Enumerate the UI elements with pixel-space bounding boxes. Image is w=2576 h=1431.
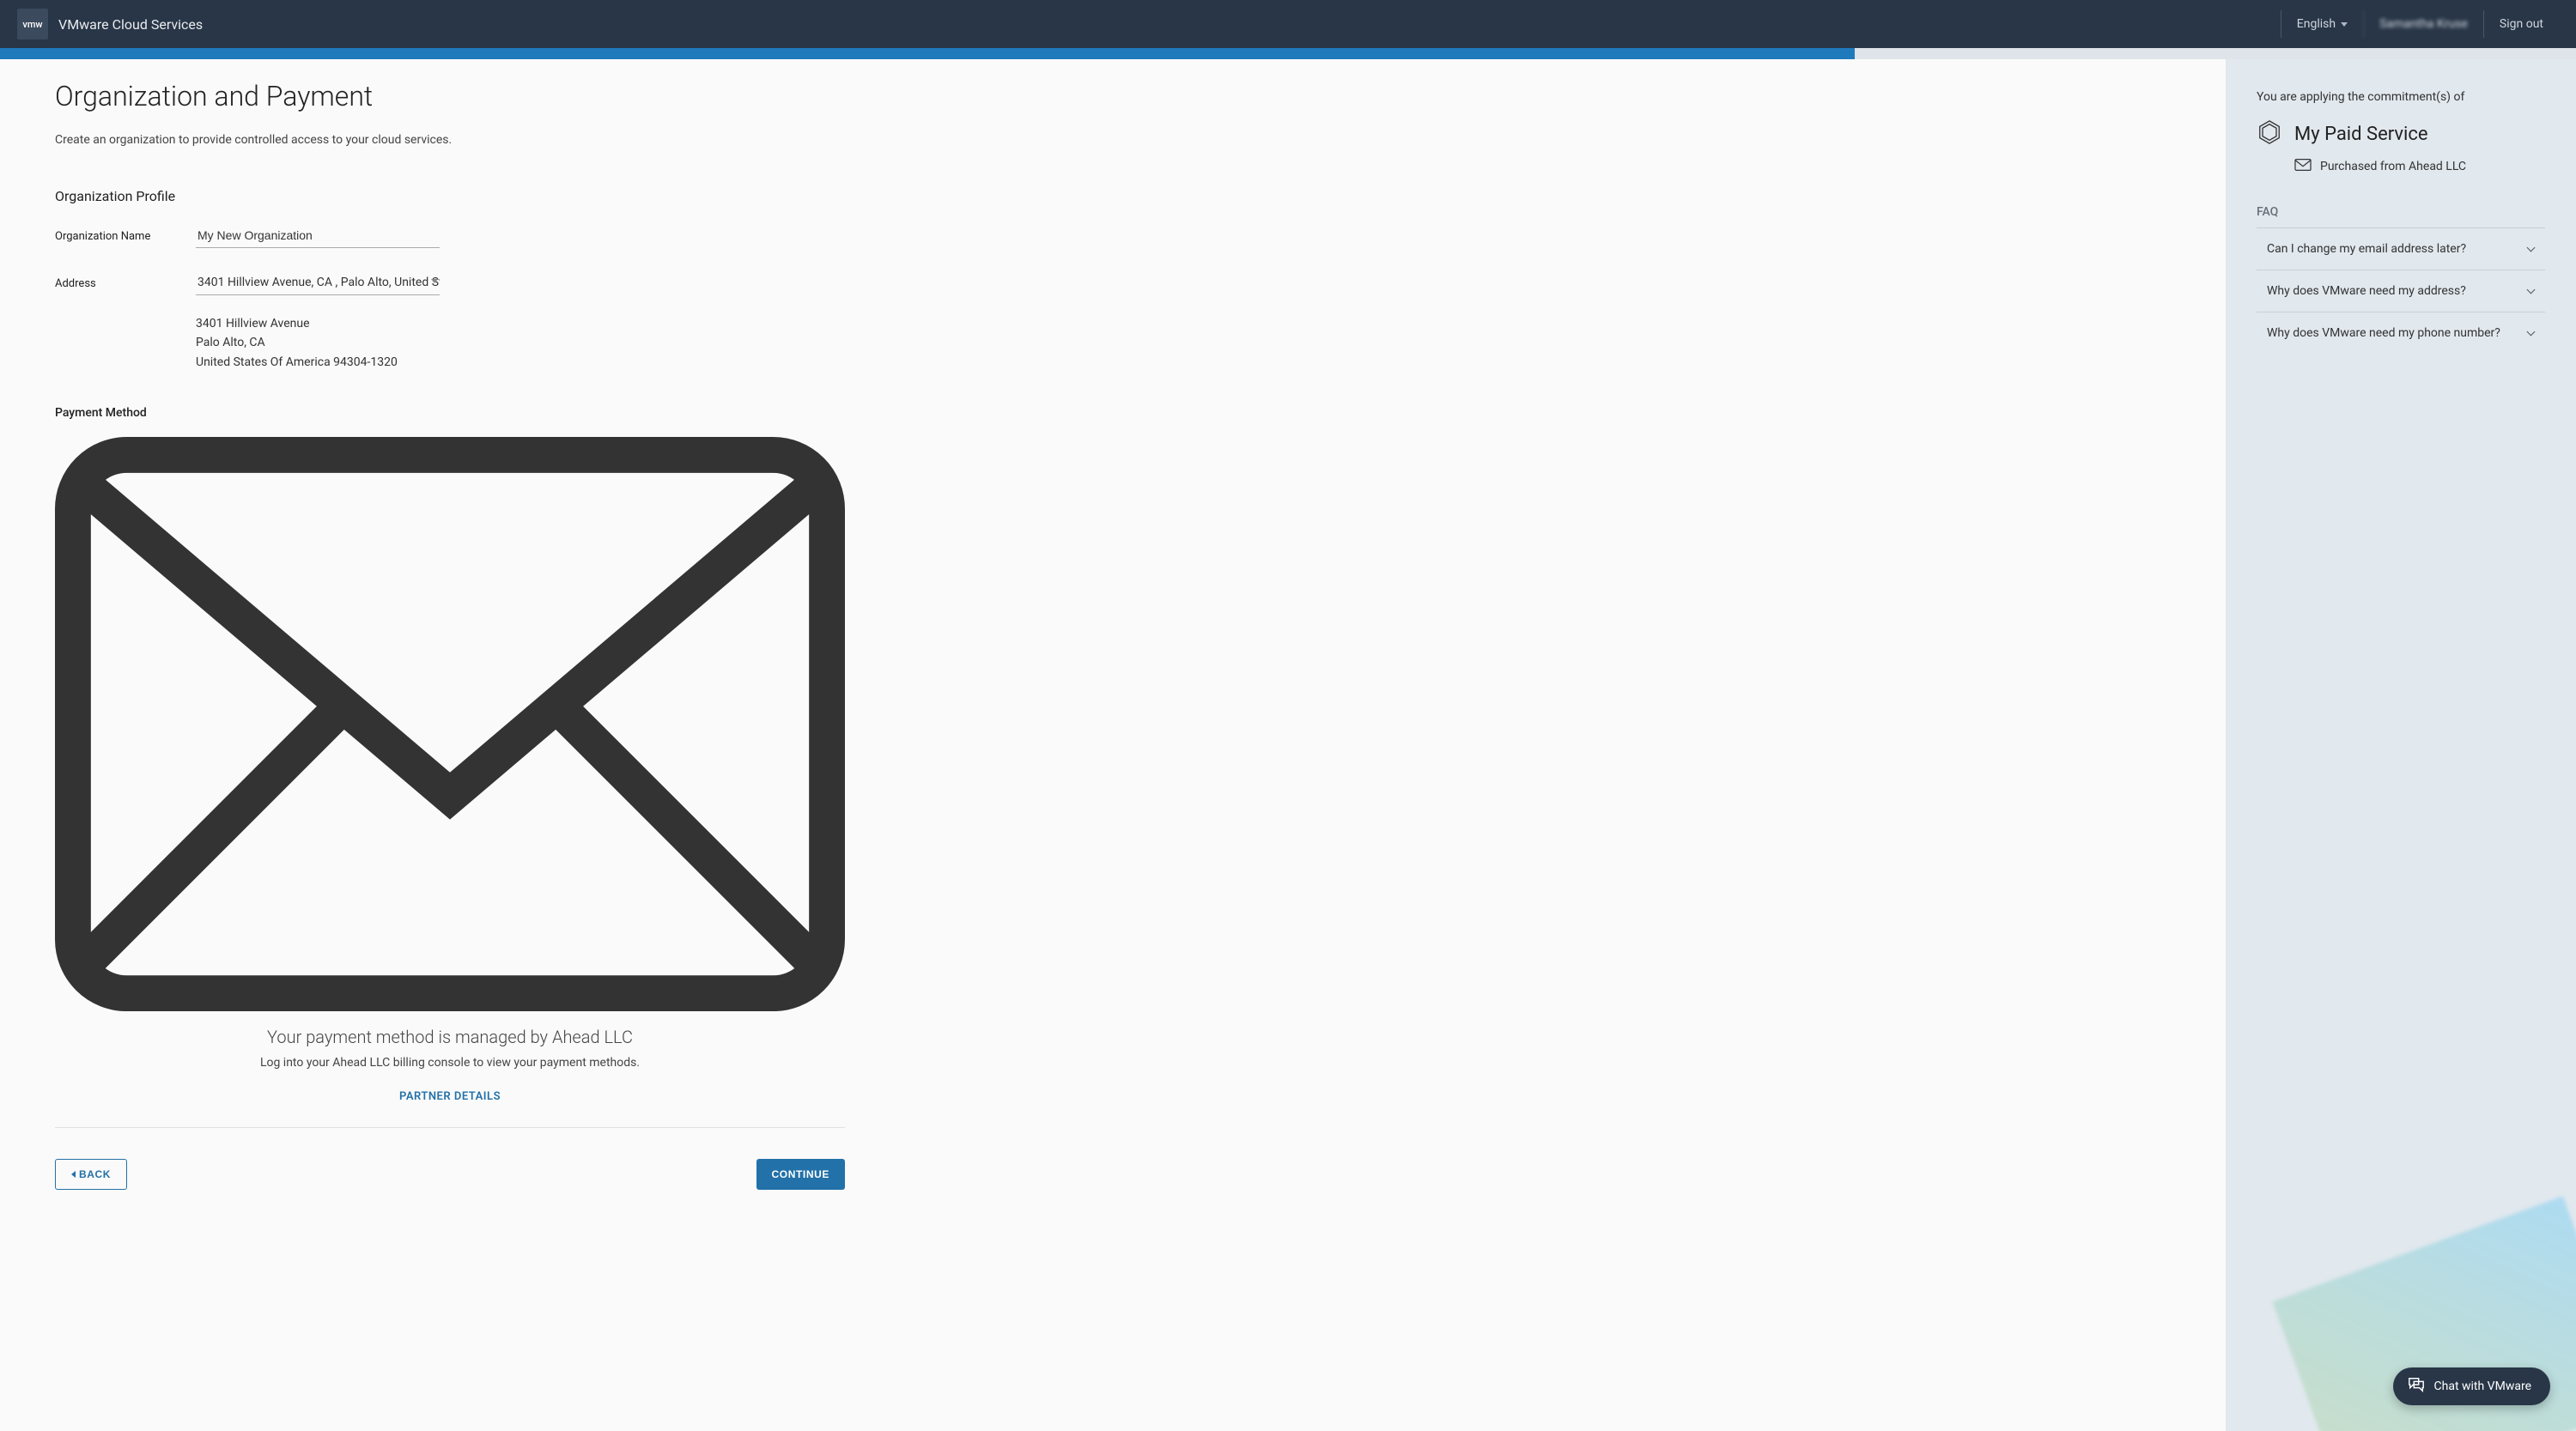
- address-select[interactable]: 3401 Hillview Avenue, CA , Palo Alto, Un…: [196, 272, 440, 295]
- top-bar: vmw VMware Cloud Services English Samant…: [0, 0, 2576, 48]
- user-name[interactable]: Samantha Kruse: [2363, 10, 2483, 38]
- sign-out-link[interactable]: Sign out: [2483, 10, 2559, 38]
- back-button[interactable]: BACK: [55, 1159, 127, 1190]
- main-content: Organization and Payment Create an organ…: [0, 59, 2226, 1431]
- chat-icon: [2407, 1376, 2426, 1397]
- chevron-down-icon: [2528, 329, 2537, 337]
- side-lead-text: You are applying the commitment(s) of: [2257, 90, 2545, 104]
- vmware-logo: vmw: [17, 9, 48, 39]
- faq-heading: FAQ: [2257, 205, 2545, 219]
- purchased-from: Purchased from Ahead LLC: [2257, 159, 2545, 174]
- continue-button[interactable]: CONTINUE: [756, 1159, 845, 1190]
- address-label: Address: [55, 272, 196, 290]
- service-icon: [2257, 119, 2282, 149]
- org-name-label: Organization Name: [55, 225, 196, 243]
- chevron-down-icon: [2528, 287, 2537, 295]
- page-subtitle: Create an organization to provide contro…: [55, 133, 2171, 147]
- page-title: Organization and Payment: [55, 80, 2171, 112]
- payment-subtext: Log into your Ahead LLC billing console …: [55, 1056, 845, 1070]
- chevron-down-icon: [431, 279, 438, 283]
- org-name-input[interactable]: [196, 225, 440, 248]
- envelope-icon: [55, 437, 845, 1011]
- progress-fill: [0, 48, 1855, 59]
- payment-method-heading: Payment Method: [55, 406, 2171, 420]
- payment-heading: Your payment method is managed by Ahead …: [55, 1027, 845, 1047]
- progress-bar: [0, 48, 2576, 59]
- address-display: 3401 Hillview Avenue Palo Alto, CA Unite…: [196, 314, 440, 372]
- side-panel: You are applying the commitment(s) of My…: [2226, 59, 2576, 1431]
- service-row: My Paid Service: [2257, 119, 2545, 149]
- chat-button[interactable]: Chat with VMware: [2393, 1367, 2551, 1405]
- faq-item-phone[interactable]: Why does VMware need my phone number?: [2257, 312, 2545, 354]
- faq-item-address[interactable]: Why does VMware need my address?: [2257, 270, 2545, 312]
- chevron-down-icon: [2341, 22, 2348, 27]
- envelope-small-icon: [2294, 159, 2312, 174]
- faq-item-email[interactable]: Can I change my email address later?: [2257, 227, 2545, 270]
- language-selector[interactable]: English: [2281, 10, 2363, 38]
- partner-details-link[interactable]: PARTNER DETAILS: [55, 1090, 845, 1103]
- chevron-down-icon: [2528, 245, 2537, 253]
- brand-title: VMware Cloud Services: [58, 16, 203, 33]
- language-label: English: [2297, 17, 2336, 31]
- chevron-left-icon: [71, 1171, 76, 1178]
- divider: [55, 1127, 845, 1128]
- org-profile-heading: Organization Profile: [55, 188, 2171, 204]
- service-name: My Paid Service: [2294, 124, 2428, 145]
